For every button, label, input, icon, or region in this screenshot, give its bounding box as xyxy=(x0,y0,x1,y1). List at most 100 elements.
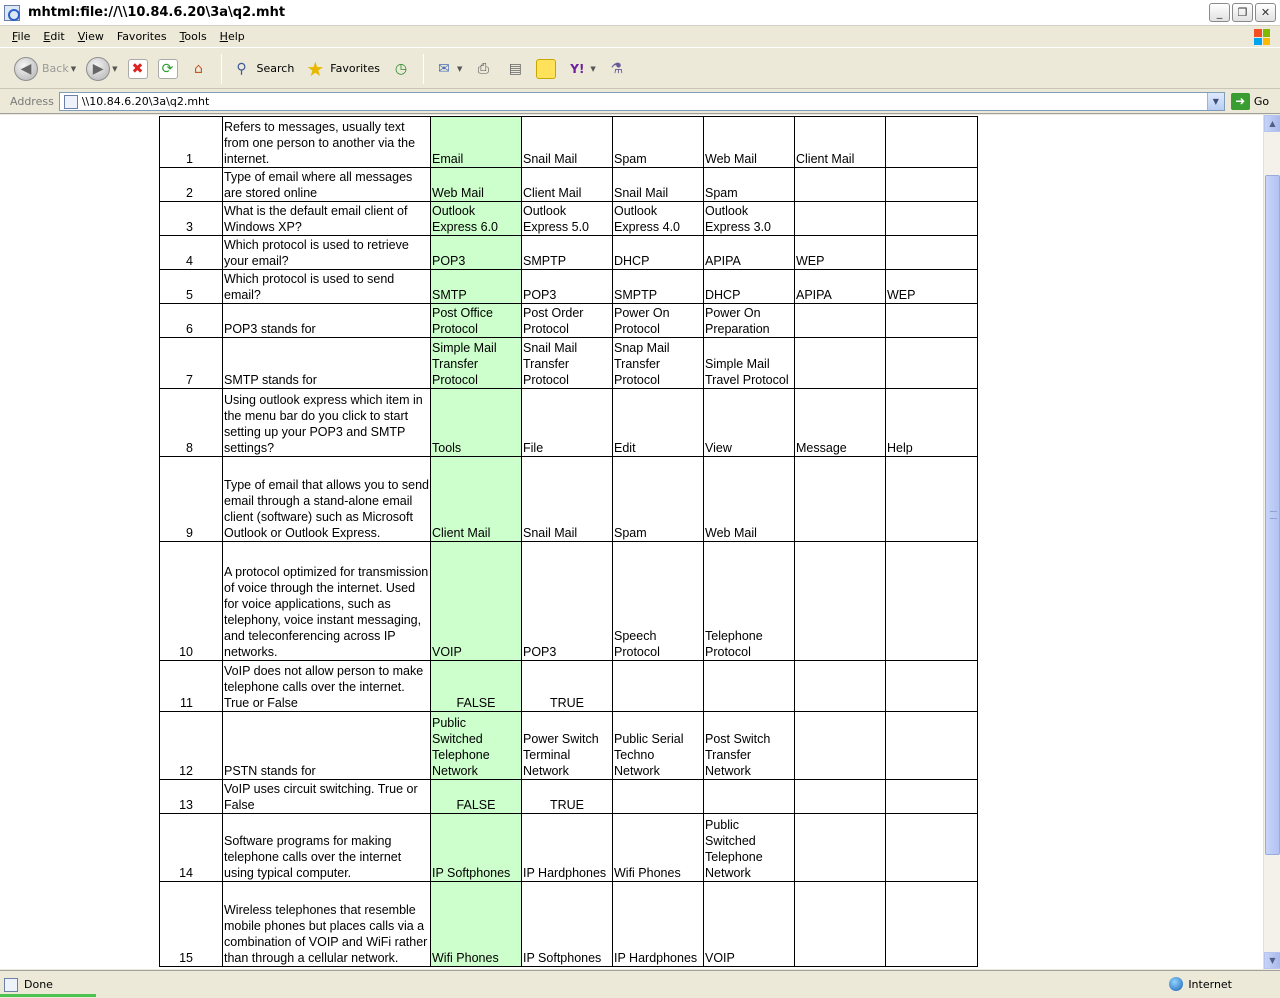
answer-option-cell: IP Softphones xyxy=(521,881,613,967)
scroll-thumb[interactable] xyxy=(1265,175,1280,855)
stop-button[interactable]: ✖ xyxy=(124,53,152,85)
home-button[interactable]: ⌂ xyxy=(184,53,214,85)
answer-option-cell: Spam xyxy=(612,116,704,168)
question-text: Refers to messages, usually text from on… xyxy=(222,116,431,168)
answer-option-cell xyxy=(885,303,978,338)
scroll-down-button[interactable]: ▼ xyxy=(1264,952,1280,969)
table-row: 6 POP3 stands for Post Office Protocol Post… xyxy=(159,303,978,338)
window-controls: _ ❐ ✕ xyxy=(1209,3,1276,22)
question-number: 8 xyxy=(159,388,223,457)
answer-option-cell xyxy=(794,813,886,882)
status-text: Done xyxy=(24,978,53,991)
menu-favorites[interactable]: Favorites xyxy=(117,30,167,43)
answer-option-cell: SMPTP xyxy=(521,235,613,270)
internet-globe-icon xyxy=(1169,977,1184,991)
answer-option-cell: Snail Mail xyxy=(612,167,704,202)
answer-option-cell xyxy=(885,201,978,236)
menu-view[interactable]: View xyxy=(78,30,104,43)
answer-option-cell: File xyxy=(521,388,613,457)
answer-option-cell: SMPTP xyxy=(612,269,704,304)
research-button[interactable]: ⚗ xyxy=(602,53,632,85)
address-input[interactable]: \\10.84.6.20\3a\q2.mht ▼ xyxy=(58,92,1225,111)
quiz-table: 1 Refers to messages, usually text from o… xyxy=(159,116,978,967)
vertical-scrollbar[interactable]: ▲ ▼ xyxy=(1263,115,1280,969)
answer-option-cell: Message xyxy=(794,388,886,457)
table-row: 8 Using outlook express which item in the… xyxy=(159,388,978,457)
correct-answer-cell: Simple Mail Transfer Protocol xyxy=(430,337,522,389)
question-text: Software programs for making telephone c… xyxy=(222,813,431,882)
answer-option-cell: View xyxy=(703,388,795,457)
edit-button[interactable]: ▤ xyxy=(500,53,530,85)
answer-option-cell: POP3 xyxy=(521,269,613,304)
favorites-button[interactable]: ★ Favorites xyxy=(300,53,384,85)
forward-arrow-icon: ▶ xyxy=(86,56,111,81)
answer-option-cell: Outlook Express 4.0 xyxy=(612,201,704,236)
answer-option-cell: WEP xyxy=(885,269,978,304)
ie-status-icon xyxy=(4,977,18,992)
standard-toolbar: ◀ Back ▼ ▶ ▼ ✖ ⟳ ⌂ ⚲ Search ★ Favorites … xyxy=(0,49,1280,89)
table-row: 14 Software programs for making telephone… xyxy=(159,813,978,882)
question-number: 1 xyxy=(159,116,223,168)
mail-button[interactable]: ✉ ▼ xyxy=(429,53,466,85)
question-text: Which protocol is used to send email? xyxy=(222,269,431,304)
answer-option-cell xyxy=(794,456,886,542)
refresh-icon: ⟳ xyxy=(157,58,178,79)
refresh-button[interactable]: ⟳ xyxy=(154,53,182,85)
answer-option-cell: Post Switch Transfer Network xyxy=(703,711,795,780)
back-button[interactable]: ◀ Back ▼ xyxy=(10,53,80,85)
address-dropdown-icon[interactable]: ▼ xyxy=(1206,93,1224,110)
menu-file[interactable]: File xyxy=(12,30,30,43)
answer-option-cell xyxy=(885,337,978,389)
question-number: 4 xyxy=(159,235,223,270)
answer-option-cell: Public Switched Telephone Network xyxy=(703,813,795,882)
question-text: Type of email that allows you to send em… xyxy=(222,456,431,542)
answer-option-cell: Client Mail xyxy=(521,167,613,202)
answer-option-cell: Spam xyxy=(612,456,704,542)
question-text: SMTP stands for xyxy=(222,337,431,389)
answer-option-cell: Snail Mail Transfer Protocol xyxy=(521,337,613,389)
search-button[interactable]: ⚲ Search xyxy=(227,53,299,85)
go-button[interactable]: ➜ Go xyxy=(1230,93,1269,110)
answer-option-cell: Public Serial Techno Network xyxy=(612,711,704,780)
edit-icon: ▤ xyxy=(508,60,522,77)
go-arrow-icon: ➜ xyxy=(1230,93,1250,110)
table-row: 7 SMTP stands for Simple Mail Transfer Pro… xyxy=(159,337,978,389)
answer-option-cell: WEP xyxy=(794,235,886,270)
table-row: 9 Type of email that allows you to send e… xyxy=(159,456,978,542)
forward-button[interactable]: ▶ ▼ xyxy=(82,53,121,85)
discuss-button[interactable] xyxy=(532,53,560,85)
print-button[interactable]: ⎙ xyxy=(468,53,498,85)
correct-answer-cell: Post Office Protocol xyxy=(430,303,522,338)
minimize-button[interactable]: _ xyxy=(1209,3,1230,22)
question-number: 14 xyxy=(159,813,223,882)
answer-option-cell: Speech Protocol xyxy=(612,541,704,661)
question-number: 2 xyxy=(159,167,223,202)
menu-tools[interactable]: Tools xyxy=(180,30,207,43)
print-icon: ⎙ xyxy=(477,60,489,77)
question-number: 11 xyxy=(159,660,223,712)
question-number: 9 xyxy=(159,456,223,542)
menu-edit[interactable]: Edit xyxy=(43,30,64,43)
mail-dropdown-icon[interactable]: ▼ xyxy=(457,65,462,73)
question-number: 15 xyxy=(159,881,223,967)
answer-option-cell xyxy=(885,660,978,712)
yahoo-dropdown-icon[interactable]: ▼ xyxy=(590,65,595,73)
scroll-up-button[interactable]: ▲ xyxy=(1264,115,1280,132)
history-button[interactable]: ◷ xyxy=(386,53,416,85)
back-dropdown-icon[interactable]: ▼ xyxy=(71,65,76,73)
restore-button[interactable]: ❐ xyxy=(1232,3,1253,22)
forward-dropdown-icon[interactable]: ▼ xyxy=(112,65,117,73)
window-titlebar[interactable]: mhtml:file://\\10.84.6.20\3a\q2.mht _ ❐ … xyxy=(0,0,1280,26)
search-label: Search xyxy=(256,62,295,75)
question-number: 3 xyxy=(159,201,223,236)
answer-option-cell: Client Mail xyxy=(794,116,886,168)
answer-option-cell: IP Hardphones xyxy=(521,813,613,882)
question-number: 7 xyxy=(159,337,223,389)
security-zone[interactable]: Internet xyxy=(1169,977,1232,991)
address-value[interactable]: \\10.84.6.20\3a\q2.mht xyxy=(82,95,210,108)
yahoo-button[interactable]: Y! ▼ xyxy=(562,53,599,85)
close-button[interactable]: ✕ xyxy=(1255,3,1276,22)
question-text: Type of email where all messages are sto… xyxy=(222,167,431,202)
answer-option-cell: Power Switch Terminal Network xyxy=(521,711,613,780)
menu-help[interactable]: Help xyxy=(220,30,245,43)
